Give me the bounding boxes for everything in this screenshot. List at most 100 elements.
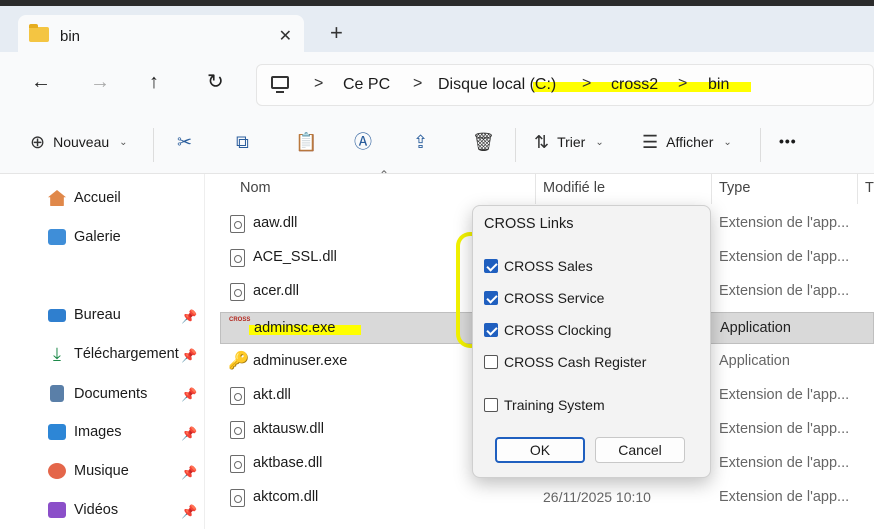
up-icon[interactable]: ↑	[149, 72, 159, 92]
checkbox-label: CROSS Cash Register	[504, 354, 647, 370]
sidebar-item-label: Images	[74, 424, 122, 440]
close-tab-icon[interactable]: ✕	[279, 26, 292, 46]
download-icon: ⤓	[53, 344, 61, 364]
checkbox-cross-sales[interactable]: CROSS Sales	[484, 258, 593, 274]
documents-icon	[50, 385, 64, 402]
column-header-type[interactable]: Type	[719, 180, 750, 196]
checkbox-checked-icon[interactable]	[484, 291, 498, 305]
checkbox-training-system[interactable]: Training System	[484, 397, 605, 413]
pin-icon: 📌	[181, 309, 198, 324]
sidebar-item-label: Téléchargement	[74, 346, 179, 362]
sidebar-item-label: Bureau	[74, 307, 121, 323]
column-divider[interactable]	[711, 174, 712, 204]
file-type: Application	[720, 320, 791, 336]
pin-icon: 📌	[181, 504, 198, 519]
sidebar-item-home[interactable]: Accueil	[48, 190, 121, 206]
sidebar-item-label: Vidéos	[74, 502, 119, 518]
sidebar-item-gallery[interactable]: Galerie	[48, 229, 121, 245]
view-button[interactable]: ☰ Afficher ⌄	[642, 133, 732, 151]
column-divider[interactable]	[857, 174, 858, 204]
column-header-modified[interactable]: Modifié le	[543, 180, 605, 196]
breadcrumb-separator: >	[314, 75, 324, 92]
file-name: akt.dll	[253, 387, 291, 403]
sidebar-item-desktop[interactable]: Bureau	[48, 307, 121, 323]
sidebar-item-downloads[interactable]: ⤓ Téléchargement	[48, 344, 179, 364]
sidebar-item-label: Documents	[74, 385, 148, 402]
dll-file-icon	[230, 283, 245, 301]
breadcrumb-item-drive[interactable]: Disque local (C:)	[438, 76, 556, 94]
paste-icon: 📋	[295, 132, 318, 152]
cut-button[interactable]: ✂	[177, 133, 192, 151]
cross-app-icon: CROSS	[229, 317, 251, 323]
cancel-button[interactable]: Cancel	[595, 437, 685, 463]
checkbox-unchecked-icon[interactable]	[484, 355, 498, 369]
images-icon	[48, 424, 66, 440]
sidebar-item-label: Musique	[74, 463, 129, 479]
ok-button[interactable]: OK	[495, 437, 585, 463]
new-tab-button[interactable]: +	[330, 22, 343, 44]
share-button[interactable]: ⇪	[413, 133, 428, 151]
dll-file-icon	[230, 455, 245, 473]
checkbox-cross-cash-register[interactable]: CROSS Cash Register	[484, 354, 646, 370]
refresh-icon[interactable]: ↻	[207, 72, 224, 92]
back-icon[interactable]: ←	[31, 72, 51, 92]
paste-button[interactable]: 📋	[295, 133, 317, 151]
home-icon	[48, 190, 66, 206]
checkbox-cross-clocking[interactable]: CROSS Clocking	[484, 322, 611, 338]
new-button[interactable]: ⊕ Nouveau ⌄	[30, 133, 128, 151]
sidebar-item-images[interactable]: Images	[48, 424, 122, 440]
breadcrumb-item-cross2[interactable]: cross2	[611, 76, 658, 94]
file-modified: 26/11/2025 10:10	[543, 489, 651, 505]
admin-key-icon: 🔑	[228, 351, 250, 370]
view-icon: ☰	[642, 132, 659, 152]
toolbar-divider	[153, 128, 154, 162]
sidebar-item-label: Galerie	[74, 229, 121, 245]
file-type: Extension de l'app...	[719, 387, 850, 403]
column-divider[interactable]	[535, 174, 536, 204]
chevron-down-icon: ⌄	[595, 136, 604, 148]
file-name: adminsc.exe	[254, 320, 336, 336]
more-options-button[interactable]: •••	[779, 133, 797, 149]
file-type: Extension de l'app...	[719, 489, 850, 505]
sidebar-item-documents[interactable]: Documents	[48, 385, 147, 402]
checkbox-checked-icon[interactable]	[484, 259, 498, 273]
file-name: ACE_SSL.dll	[253, 249, 337, 265]
sort-button[interactable]: ⇅ Trier ⌄	[534, 133, 604, 151]
videos-icon	[48, 502, 66, 518]
checkbox-cross-service[interactable]: CROSS Service	[484, 290, 604, 306]
address-bar: ← → ↑ ↻ > Ce PC > Disque local (C:) > cr…	[0, 52, 874, 116]
chevron-down-icon: ⌄	[119, 136, 128, 148]
breadcrumb[interactable]: > Ce PC > Disque local (C:) > cross2 > b…	[256, 64, 874, 106]
breadcrumb-item-bin[interactable]: bin	[708, 76, 729, 94]
breadcrumb-item-pc[interactable]: Ce PC	[343, 76, 390, 94]
pin-icon: 📌	[181, 387, 198, 402]
sort-icon: ⇅	[534, 132, 550, 152]
checkbox-unchecked-icon[interactable]	[484, 398, 498, 412]
file-type: Extension de l'app...	[719, 283, 850, 299]
toolbar-divider	[760, 128, 761, 162]
forward-icon[interactable]: →	[90, 72, 110, 92]
file-type: Extension de l'app...	[719, 249, 850, 265]
file-name: aktbase.dll	[253, 455, 323, 471]
sort-ascending-icon: ⌃	[379, 168, 390, 182]
sidebar-item-music[interactable]: Musique	[48, 463, 129, 479]
tab-bar: bin ✕ +	[0, 0, 874, 59]
column-header-name[interactable]: Nom	[240, 180, 271, 196]
file-type: Extension de l'app...	[719, 455, 850, 471]
file-name: aaw.dll	[253, 215, 298, 231]
rename-button[interactable]: Ⓐ	[354, 133, 372, 151]
sidebar-item-videos[interactable]: Vidéos	[48, 502, 118, 518]
column-header-extra[interactable]: T	[865, 180, 874, 196]
computer-icon	[271, 76, 289, 93]
file-name: aktcom.dll	[253, 489, 319, 505]
tab-title: bin	[60, 28, 81, 45]
table-row[interactable]: aktcom.dll 26/11/2025 10:10 Extension de…	[220, 482, 874, 514]
delete-button[interactable]: 🗑	[472, 133, 495, 151]
file-type: Extension de l'app...	[719, 215, 850, 231]
checkbox-label: CROSS Service	[504, 290, 605, 306]
dll-file-icon	[230, 249, 245, 267]
checkbox-checked-icon[interactable]	[484, 323, 498, 337]
dll-file-icon	[230, 489, 245, 507]
chevron-down-icon: ⌄	[723, 136, 732, 148]
copy-button[interactable]: ⧉	[236, 133, 249, 151]
